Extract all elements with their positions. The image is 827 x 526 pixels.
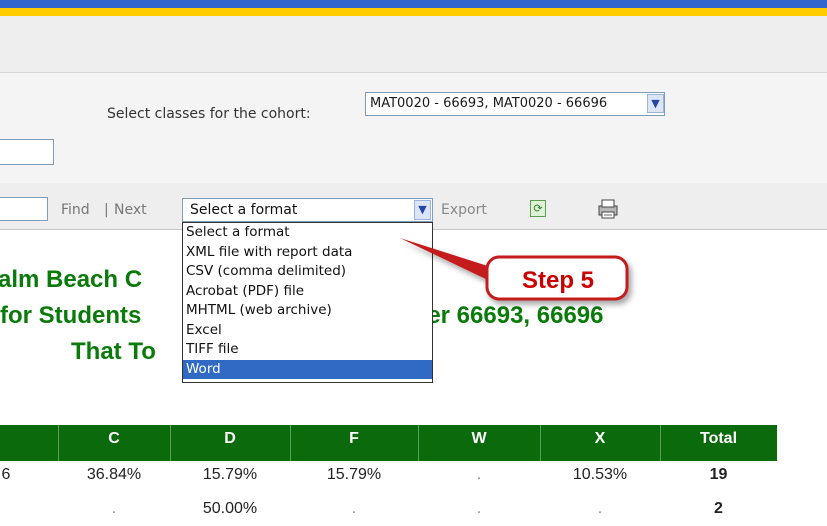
report-title-line2: for Students: [0, 302, 142, 329]
format-option[interactable]: Select a format: [183, 223, 432, 243]
next-link[interactable]: Next: [114, 202, 147, 218]
column-header[interactable]: F: [290, 430, 418, 448]
export-link[interactable]: Export: [441, 202, 487, 218]
format-option-selected[interactable]: Word: [183, 359, 432, 379]
find-link[interactable]: Find: [61, 202, 90, 218]
table-cell: 15.79%: [202, 466, 258, 483]
column-header[interactable]: W: [418, 430, 540, 448]
step-callout-label: Step 5: [521, 267, 595, 294]
find-separator: |: [104, 202, 109, 218]
print-icon[interactable]: [596, 198, 620, 220]
brand-bar-blue: [0, 0, 827, 8]
table-cell: 50.00%: [202, 500, 258, 517]
parameters-panel: [0, 73, 827, 184]
format-option[interactable]: MHTML (web archive): [183, 301, 432, 321]
chevron-down-icon[interactable]: ▼: [414, 200, 431, 220]
column-header[interactable]: C: [58, 430, 170, 448]
format-option[interactable]: Acrobat (PDF) file: [183, 282, 432, 302]
export-format-value: Select a format: [190, 202, 298, 218]
table-cell: .: [111, 500, 117, 517]
refresh-icon[interactable]: ⟳: [530, 200, 546, 217]
export-format-dropdown: Select a format XML file with report dat…: [182, 222, 433, 383]
chevron-down-icon[interactable]: ▼: [647, 94, 664, 113]
table-cell-total: 19: [709, 466, 728, 483]
find-input[interactable]: [0, 197, 48, 221]
table-cell: 6: [1, 466, 11, 483]
cohort-select-value: MAT0020 - 66693, MAT0020 - 66696: [370, 96, 608, 111]
cohort-label: Select classes for the cohort:: [107, 106, 311, 122]
column-header[interactable]: Total: [660, 430, 777, 448]
header-band: [0, 16, 827, 73]
table-cell: 15.79%: [326, 466, 382, 483]
report-title-line3: That To: [71, 338, 156, 365]
column-header[interactable]: D: [170, 430, 290, 448]
table-cell: .: [597, 500, 603, 517]
report-title-line1: alm Beach C: [0, 266, 143, 293]
format-option[interactable]: TIFF file: [183, 340, 432, 360]
format-option[interactable]: CSV (comma delimited): [183, 262, 432, 282]
parameter-input[interactable]: [0, 139, 54, 165]
format-option[interactable]: XML file with report data: [183, 243, 432, 263]
table-cell-total: 2: [714, 500, 723, 517]
column-header[interactable]: X: [540, 430, 660, 448]
table-cell: .: [351, 500, 357, 517]
format-option[interactable]: Excel: [183, 321, 432, 341]
table-cell: 36.84%: [86, 466, 142, 483]
table-cell: 10.53%: [572, 466, 628, 483]
table-cell: .: [476, 500, 482, 517]
brand-bar-yellow: [0, 8, 827, 16]
table-cell: .: [476, 466, 482, 483]
